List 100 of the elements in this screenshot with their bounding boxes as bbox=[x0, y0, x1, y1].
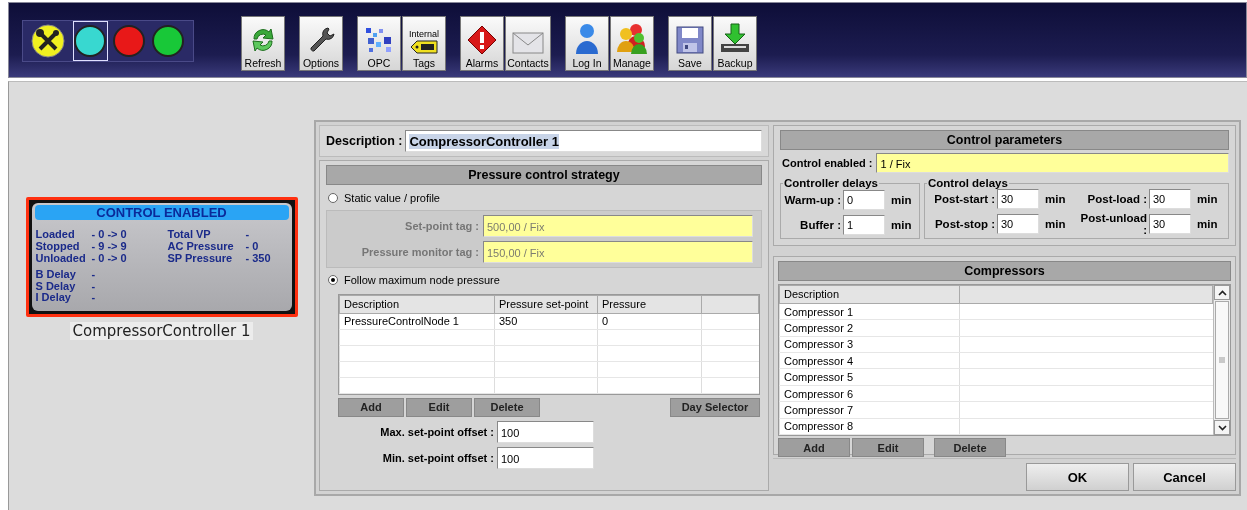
stat-label: Loaded bbox=[35, 228, 76, 240]
table-cell: Compressor 3 bbox=[779, 336, 960, 353]
scroll-up-icon[interactable] bbox=[1214, 285, 1230, 300]
text-field[interactable]: 0 bbox=[843, 190, 885, 210]
unit-label: min bbox=[1196, 193, 1219, 205]
stat-label: Stopped bbox=[35, 240, 81, 252]
action-button[interactable]: Delete bbox=[934, 438, 1006, 457]
delay-label: I Delay bbox=[35, 292, 71, 304]
section-header: Control parameters bbox=[780, 130, 1229, 150]
alarms-button[interactable]: Alarms bbox=[460, 16, 504, 71]
group-title: Control delays bbox=[927, 177, 1009, 189]
delay-value: - bbox=[91, 292, 97, 304]
person-icon bbox=[575, 23, 599, 55]
status-banner: CONTROL ENABLED bbox=[34, 205, 289, 220]
unit-label: min bbox=[890, 194, 913, 206]
description-field[interactable]: CompressorController 1 bbox=[405, 129, 762, 152]
scroll-down-icon[interactable] bbox=[1214, 420, 1230, 435]
option-label: Follow maximum node pressure bbox=[344, 273, 500, 286]
stat-value: - 0 bbox=[245, 240, 260, 252]
field-label: Post-unload : bbox=[1079, 212, 1148, 236]
field-label: Post-start : bbox=[933, 193, 996, 205]
stat-value: - 0 -> 0 bbox=[91, 252, 128, 264]
delay-value: - bbox=[91, 269, 97, 281]
text-field[interactable]: 100 bbox=[497, 420, 594, 443]
refresh-button[interactable]: Refresh bbox=[241, 16, 285, 71]
backup-button[interactable]: Backup bbox=[713, 16, 757, 71]
text-field[interactable]: 1 bbox=[843, 215, 885, 235]
group-title: Controller delays bbox=[783, 177, 879, 189]
field-label: Max. set-point offset : bbox=[379, 425, 494, 438]
text-field[interactable]: 1 / Fix bbox=[876, 153, 1229, 173]
manage-button[interactable]: Manage bbox=[610, 16, 654, 71]
text-field[interactable]: 30 bbox=[997, 214, 1039, 234]
field-label: Post-stop : bbox=[933, 218, 996, 230]
field-label: Description : bbox=[326, 133, 403, 148]
floppy-icon bbox=[675, 25, 705, 55]
table-cell: Compressor 4 bbox=[779, 352, 960, 369]
unit-label: min bbox=[1196, 218, 1219, 230]
column-header: Description bbox=[339, 295, 495, 314]
field-label: Buffer : bbox=[799, 219, 842, 231]
squares-icon bbox=[364, 25, 394, 55]
stat-value: - 0 -> 0 bbox=[91, 228, 128, 240]
radio-button[interactable] bbox=[328, 192, 338, 203]
scroll-thumb[interactable] bbox=[1215, 301, 1229, 419]
column-header: Description bbox=[779, 285, 960, 304]
controller-name: CompressorController 1 bbox=[69, 322, 254, 340]
envelope-icon bbox=[512, 31, 544, 55]
field-label: Warm-up : bbox=[783, 194, 842, 206]
tags-button[interactable]: Internal Tags bbox=[402, 16, 446, 71]
field-label: Pressure monitor tag : bbox=[361, 245, 479, 258]
action-button[interactable]: Add bbox=[778, 438, 850, 457]
section-header: Compressors bbox=[778, 261, 1231, 281]
text-field[interactable]: 30 bbox=[1149, 189, 1191, 209]
save-button[interactable]: Save bbox=[668, 16, 712, 71]
day-selector-button[interactable]: Day Selector bbox=[670, 397, 760, 417]
table-cell: Compressor 2 bbox=[779, 319, 960, 337]
opc-button[interactable]: OPC bbox=[357, 16, 401, 71]
table-cell: Compressor 7 bbox=[779, 401, 960, 419]
action-button[interactable]: Edit bbox=[852, 438, 924, 457]
login-button[interactable]: Log In bbox=[565, 16, 609, 71]
stat-value: - 350 bbox=[245, 252, 272, 264]
delay-label: B Delay bbox=[35, 269, 77, 281]
table-cell: 0 bbox=[597, 313, 702, 330]
dialog-button[interactable]: Cancel bbox=[1133, 463, 1236, 491]
field-label: Min. set-point offset : bbox=[381, 451, 494, 464]
delay-value: - bbox=[91, 280, 97, 292]
contacts-button[interactable]: Contacts bbox=[505, 16, 551, 71]
table-cell: Compressor 8 bbox=[779, 418, 960, 435]
radio-button[interactable] bbox=[328, 274, 338, 285]
unit-label: min bbox=[1044, 193, 1067, 205]
unit-label: min bbox=[890, 219, 913, 231]
download-icon bbox=[719, 23, 751, 55]
stat-label: Total VP bbox=[167, 228, 212, 240]
table-cell: Compressor 6 bbox=[779, 385, 960, 402]
stat-value: - 9 -> 9 bbox=[91, 240, 128, 252]
option-label: Static value / profile bbox=[344, 191, 440, 204]
field-label: Set-point tag : bbox=[405, 219, 479, 232]
tools-icon bbox=[31, 24, 65, 58]
stat-label: AC Pressure bbox=[167, 240, 235, 252]
text-field[interactable]: 30 bbox=[997, 189, 1039, 209]
table-cell: 350 bbox=[494, 313, 598, 330]
text-field[interactable]: 100 bbox=[497, 446, 594, 469]
stat-label: Unloaded bbox=[35, 252, 87, 264]
text-field[interactable]: 30 bbox=[1149, 214, 1191, 234]
action-button[interactable]: Edit bbox=[406, 397, 472, 417]
people-icon bbox=[615, 23, 649, 55]
table-cell: PressureControlNode 1 bbox=[339, 313, 495, 330]
field-label: Post-load : bbox=[1086, 193, 1148, 205]
stat-value: - bbox=[245, 228, 251, 240]
table-cell: Compressor 1 bbox=[779, 303, 960, 320]
warning-icon bbox=[467, 25, 497, 55]
delay-label: S Delay bbox=[35, 280, 77, 292]
options-button[interactable]: Options bbox=[299, 16, 343, 71]
unit-label: min bbox=[1044, 218, 1067, 230]
dialog-button[interactable]: OK bbox=[1026, 463, 1129, 491]
section-header: Pressure control strategy bbox=[326, 164, 762, 185]
column-header: Pressure set-point bbox=[494, 295, 598, 314]
field-label: Control enabled : bbox=[782, 157, 873, 169]
stat-label: SP Pressure bbox=[167, 252, 234, 264]
action-button[interactable]: Delete bbox=[474, 397, 540, 417]
action-button[interactable]: Add bbox=[338, 397, 404, 417]
